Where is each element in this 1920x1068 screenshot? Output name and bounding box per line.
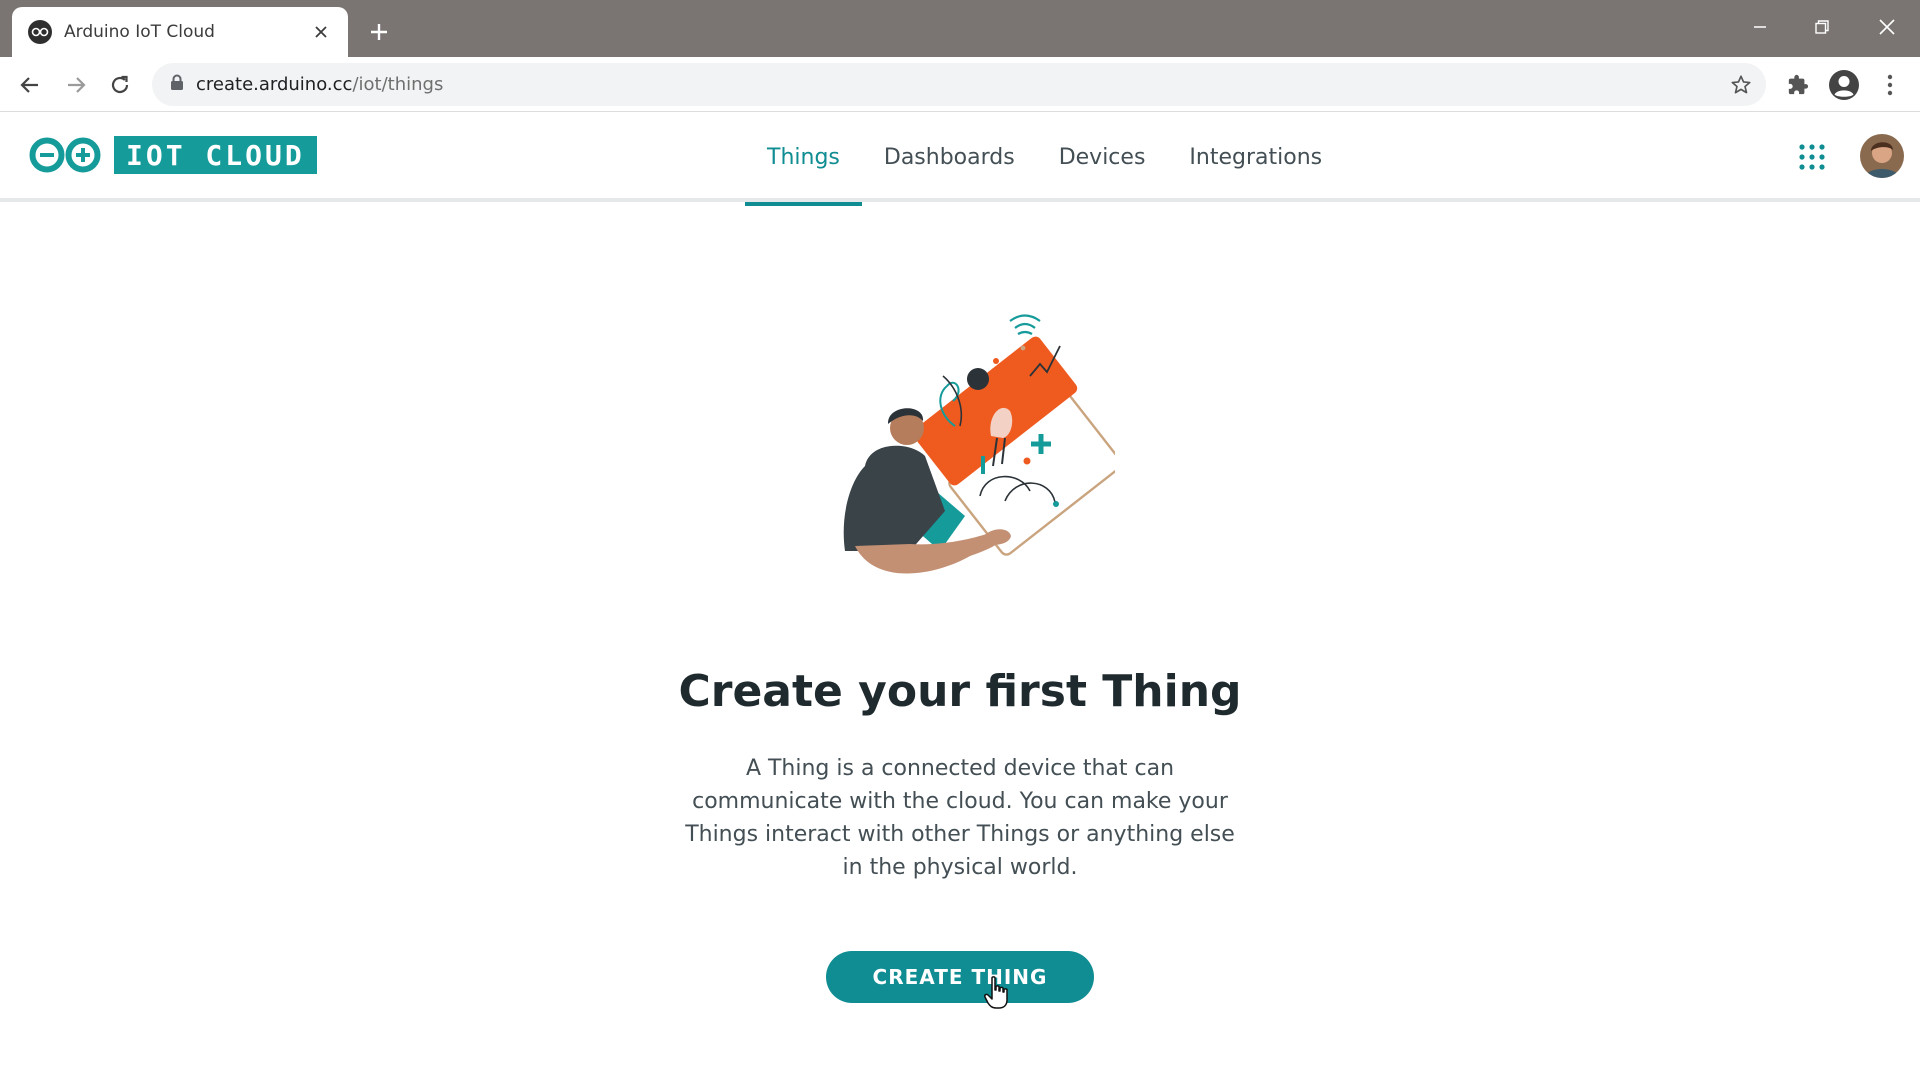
url-text: create.arduino.cc/iot/things xyxy=(196,74,443,95)
page-title: Create your first Thing xyxy=(678,666,1242,717)
url-path: /iot/things xyxy=(352,74,444,95)
empty-state-description: A Thing is a connected device that can c… xyxy=(685,756,1235,880)
nav-tab-integrations[interactable]: Integrations xyxy=(1167,112,1344,202)
lock-icon[interactable] xyxy=(170,74,184,96)
nav-tab-things[interactable]: Things xyxy=(745,112,862,206)
back-icon[interactable] xyxy=(14,69,46,101)
restore-icon[interactable] xyxy=(1802,12,1842,42)
address-bar[interactable]: create.arduino.cc/iot/things xyxy=(152,63,1766,106)
close-icon[interactable] xyxy=(308,19,334,45)
app-header: IOT CLOUD Things Dashboards Devices Inte… xyxy=(0,112,1920,206)
logo-text: IOT CLOUD xyxy=(126,138,305,172)
browser-toolbar: create.arduino.cc/iot/things xyxy=(0,57,1920,112)
more-icon[interactable] xyxy=(1872,67,1908,103)
arduino-icon xyxy=(28,20,52,44)
apps-grid-icon[interactable] xyxy=(1797,142,1827,172)
iot-cloud-logo[interactable]: IOT CLOUD xyxy=(28,136,317,174)
avatar[interactable] xyxy=(1860,134,1904,178)
create-thing-button[interactable]: CREATE THING xyxy=(826,951,1094,1003)
plus-icon[interactable] xyxy=(364,17,394,47)
browser-tab-strip: Arduino IoT Cloud xyxy=(0,0,1920,57)
arduino-logo-icon xyxy=(29,137,101,173)
main-nav: Things Dashboards Devices Integrations xyxy=(745,112,1344,206)
nav-tab-dashboards[interactable]: Dashboards xyxy=(862,112,1037,202)
cursor-icon xyxy=(984,976,1008,1009)
reload-icon[interactable] xyxy=(104,69,136,101)
extensions-icon[interactable] xyxy=(1780,67,1816,103)
profile-icon[interactable] xyxy=(1826,67,1862,103)
thing-illustration xyxy=(843,314,1115,574)
main-content: Create your first Thing A Thing is a con… xyxy=(0,206,1920,1068)
nav-tab-devices[interactable]: Devices xyxy=(1037,112,1168,202)
browser-tab[interactable]: Arduino IoT Cloud xyxy=(12,7,348,57)
star-icon[interactable] xyxy=(1728,72,1754,98)
forward-icon[interactable] xyxy=(60,69,92,101)
logo-wordmark: IOT CLOUD xyxy=(114,136,317,174)
minimize-icon[interactable] xyxy=(1740,12,1780,42)
close-window-icon[interactable] xyxy=(1867,12,1907,42)
tab-title: Arduino IoT Cloud xyxy=(64,22,215,42)
url-host: create.arduino.cc xyxy=(196,74,353,95)
